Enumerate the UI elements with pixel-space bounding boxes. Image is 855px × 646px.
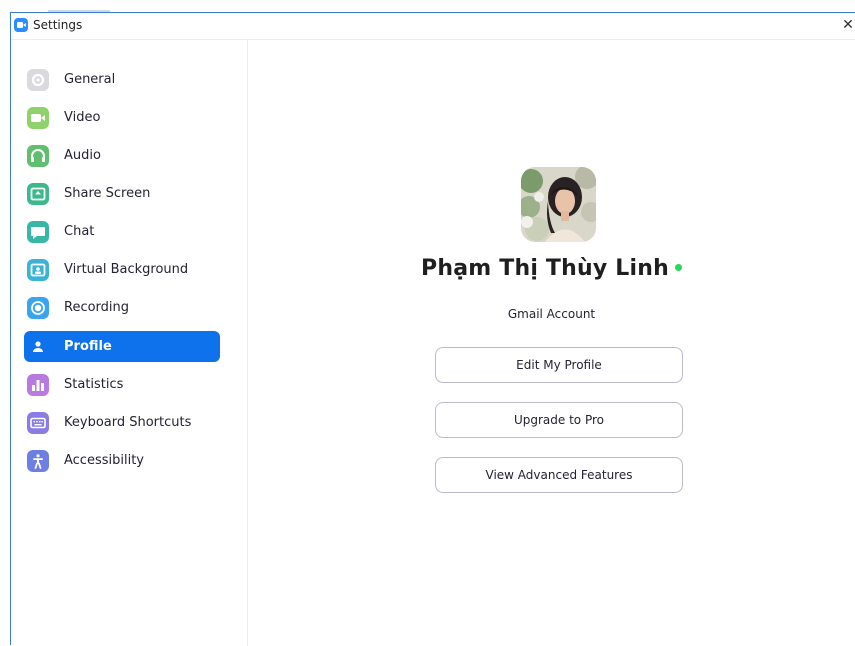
sidebar-item-label: Recording [64, 300, 130, 315]
share-screen-icon [27, 182, 49, 205]
profile-panel: Phạm Thị Thùy Linh Gmail Account Edit My… [248, 40, 855, 646]
edit-profile-button[interactable]: Edit My Profile [435, 347, 683, 383]
view-advanced-features-button[interactable]: View Advanced Features [435, 457, 683, 493]
settings-window: Settings ✕ General Video Audio Share Scr… [10, 12, 855, 646]
profile-name: Phạm Thị Thùy Linh [248, 256, 855, 281]
account-type: Gmail Account [507, 307, 596, 321]
sidebar-item-chat[interactable]: Chat [24, 216, 220, 247]
title-bar: Settings ✕ [11, 13, 855, 40]
sidebar-item-label: Share Screen [64, 186, 151, 201]
sidebar-item-profile[interactable]: Profile [24, 331, 220, 362]
sidebar-item-virtual-background[interactable]: Virtual Background [24, 254, 220, 285]
sidebar-item-label: Keyboard Shortcuts [64, 415, 192, 430]
sidebar-item-label: Accessibility [64, 453, 144, 468]
sidebar-item-accessibility[interactable]: Accessibility [24, 445, 220, 476]
sidebar-item-label: Statistics [64, 377, 124, 392]
upgrade-to-pro-button[interactable]: Upgrade to Pro [435, 402, 683, 438]
profile-name-text: Phạm Thị Thùy Linh [421, 256, 669, 281]
accessibility-icon [27, 449, 49, 472]
bar-chart-icon [27, 373, 49, 396]
close-button[interactable]: ✕ [841, 15, 855, 35]
record-icon [27, 296, 49, 319]
avatar[interactable] [521, 167, 596, 242]
chat-bubble-icon [27, 220, 49, 243]
zoom-app-icon [14, 18, 28, 32]
sidebar-item-label: Profile [64, 339, 112, 354]
sidebar-item-label: Virtual Background [64, 262, 189, 277]
sidebar-item-label: Video [64, 110, 101, 125]
sidebar-item-recording[interactable]: Recording [24, 292, 220, 323]
sidebar-item-share-screen[interactable]: Share Screen [24, 178, 220, 209]
window-title: Settings [33, 18, 83, 32]
video-camera-icon [27, 106, 49, 129]
gear-icon [27, 68, 49, 91]
online-status-dot [674, 263, 682, 271]
sidebar-item-keyboard-shortcuts[interactable]: Keyboard Shortcuts [24, 407, 220, 438]
sidebar-item-statistics[interactable]: Statistics [24, 369, 220, 400]
settings-sidebar: General Video Audio Share Screen Chat Vi… [11, 40, 248, 646]
keyboard-icon [27, 411, 49, 434]
sidebar-item-label: General [64, 72, 116, 87]
sidebar-item-video[interactable]: Video [24, 102, 220, 133]
person-background-icon [27, 258, 49, 281]
sidebar-item-general[interactable]: General [24, 64, 220, 95]
headphones-icon [27, 144, 49, 167]
sidebar-item-label: Chat [64, 224, 95, 239]
sidebar-item-audio[interactable]: Audio [24, 140, 220, 171]
sidebar-item-label: Audio [64, 148, 101, 163]
person-icon [27, 336, 49, 358]
